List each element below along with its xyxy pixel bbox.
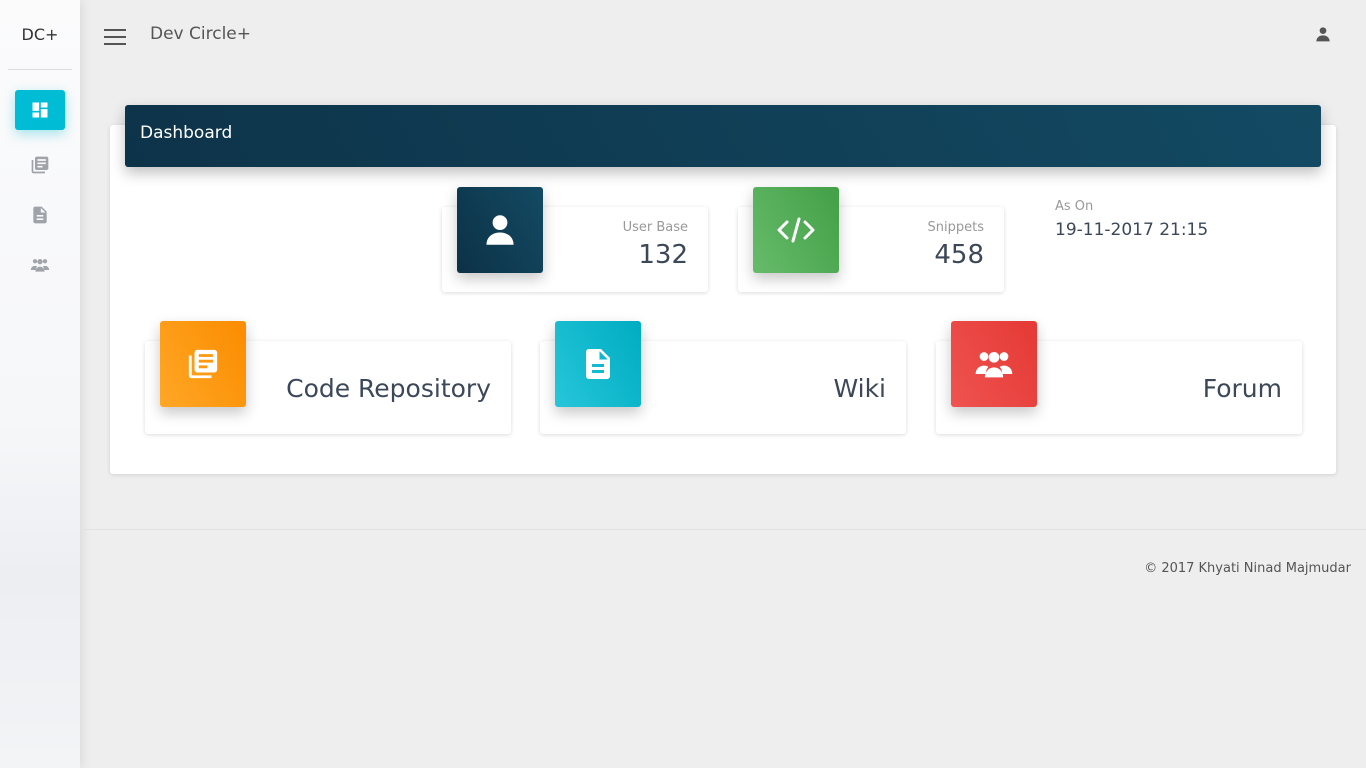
description-icon <box>33 206 47 224</box>
stat-value: 458 <box>934 240 984 270</box>
logo[interactable]: DC+ <box>0 0 80 70</box>
stat-card-user-base: User Base 132 <box>442 187 708 292</box>
module-card-forum[interactable]: Forum <box>936 321 1302 434</box>
stat-value: 132 <box>638 240 688 270</box>
menu-icon[interactable] <box>104 29 126 47</box>
module-icon-box <box>160 321 246 407</box>
logo-divider <box>8 69 72 70</box>
module-icon-box <box>951 321 1037 407</box>
sidebar: DC+ <box>0 0 80 768</box>
sidebar-item-wiki[interactable] <box>15 195 65 235</box>
sidebar-item-forum[interactable] <box>15 245 65 285</box>
module-card-code-repository[interactable]: Code Repository <box>145 321 511 434</box>
module-label: Forum <box>1202 374 1282 403</box>
sidebar-item-code-repository[interactable] <box>15 145 65 185</box>
group-icon <box>975 352 1013 378</box>
stat-card-snippets: Snippets 458 <box>738 187 1004 292</box>
library-books-icon <box>188 349 218 379</box>
code-icon <box>777 217 815 243</box>
module-label: Code Repository <box>286 374 491 403</box>
dashboard-icon <box>32 102 48 118</box>
person-icon <box>486 215 514 245</box>
library-books-icon <box>31 156 49 174</box>
footer-divider <box>80 529 1366 530</box>
sidebar-item-dashboard[interactable] <box>15 90 65 130</box>
description-icon <box>586 349 610 379</box>
brand-title[interactable]: Dev Circle+ <box>150 24 251 44</box>
stat-label: User Base <box>622 220 688 235</box>
as-on-label: As On <box>1055 199 1094 214</box>
group-icon <box>30 259 50 272</box>
topbar: Dev Circle+ <box>80 0 1366 70</box>
page-title: Dashboard <box>140 123 233 143</box>
stat-label: Snippets <box>927 220 984 235</box>
stat-icon-box <box>753 187 839 273</box>
stat-icon-box <box>457 187 543 273</box>
dashboard-header: Dashboard <box>125 105 1321 167</box>
as-on-timestamp: 19-11-2017 21:15 <box>1055 220 1209 240</box>
module-card-wiki[interactable]: Wiki <box>540 321 906 434</box>
person-icon[interactable] <box>1315 26 1331 42</box>
module-label: Wiki <box>833 374 886 403</box>
module-icon-box <box>555 321 641 407</box>
footer-copyright: © 2017 Khyati Ninad Majmudar <box>1144 561 1351 576</box>
